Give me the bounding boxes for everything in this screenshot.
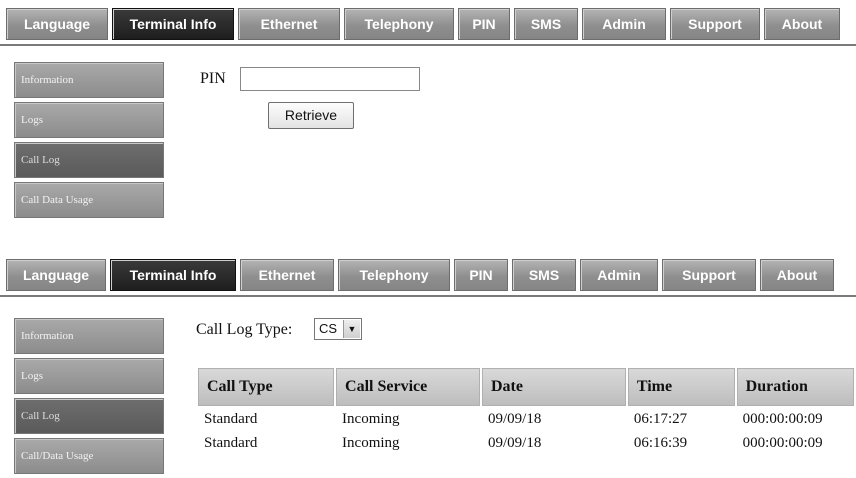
column-header-duration: Duration: [736, 368, 854, 406]
cell-duration: 000:00:00:09: [742, 434, 823, 451]
tab-sms[interactable]: SMS: [512, 259, 576, 291]
cell-duration: 000:00:00:09: [742, 410, 823, 427]
tab-pin[interactable]: PIN: [458, 8, 510, 40]
table-header-row: Call Type Call Service Date Time Duratio…: [198, 368, 854, 406]
call-log-type-label: Call Log Type:: [196, 321, 293, 338]
sidebar: Information Logs Call Log Call Data Usag…: [14, 62, 164, 222]
column-header-call-type: Call Type: [198, 368, 335, 406]
sidebar-item-call-data-usage[interactable]: Call Data Usage: [14, 182, 164, 218]
tab-pin[interactable]: PIN: [454, 259, 508, 291]
tab-admin[interactable]: Admin: [580, 259, 658, 291]
tab-admin[interactable]: Admin: [582, 8, 666, 40]
call-log-table: Call Type Call Service Date Time Duratio…: [196, 366, 856, 456]
sidebar-item-call-data-usage[interactable]: Call/Data Usage: [14, 438, 164, 474]
pin-input[interactable]: [240, 67, 420, 91]
tab-telephony[interactable]: Telephony: [344, 8, 454, 40]
table-row: Standard Incoming 09/09/18 06:17:27 000:…: [198, 408, 854, 430]
tab-terminal-info[interactable]: Terminal Info: [110, 259, 236, 291]
tab-language[interactable]: Language: [6, 8, 108, 40]
cell-call-service: Incoming: [342, 410, 400, 427]
tab-telephony[interactable]: Telephony: [338, 259, 450, 291]
cell-date: 09/09/18: [487, 410, 542, 427]
column-header-time: Time: [627, 368, 735, 406]
sidebar-item-logs[interactable]: Logs: [14, 102, 164, 138]
table-row: Standard Incoming 09/09/18 06:16:39 000:…: [198, 432, 854, 454]
call-log-type-select[interactable]: CS ▼: [314, 318, 362, 340]
tab-bar-divider: [0, 295, 856, 297]
tab-ethernet[interactable]: Ethernet: [238, 8, 340, 40]
call-log-panel: Language Terminal Info Ethernet Telephon…: [0, 255, 856, 474]
tab-bar-divider: [0, 44, 856, 46]
tab-sms[interactable]: SMS: [514, 8, 578, 40]
sidebar-item-call-log[interactable]: Call Log: [14, 142, 164, 178]
tab-terminal-info[interactable]: Terminal Info: [112, 8, 234, 40]
cell-call-type: Standard: [204, 410, 258, 427]
tab-support[interactable]: Support: [662, 259, 756, 291]
sidebar-item-information[interactable]: Information: [14, 62, 164, 98]
tab-about[interactable]: About: [760, 259, 834, 291]
cell-time: 06:16:39: [633, 434, 688, 451]
tab-about[interactable]: About: [764, 8, 840, 40]
sidebar-item-call-log[interactable]: Call Log: [14, 398, 164, 434]
tab-bar: Language Terminal Info Ethernet Telephon…: [0, 8, 856, 46]
cell-date: 09/09/18: [487, 434, 542, 451]
retrieve-button[interactable]: Retrieve: [268, 102, 354, 129]
cell-call-type: Standard: [204, 434, 258, 451]
tab-ethernet[interactable]: Ethernet: [240, 259, 334, 291]
tab-language[interactable]: Language: [6, 259, 106, 291]
pin-panel: Language Terminal Info Ethernet Telephon…: [0, 0, 856, 230]
sidebar-item-information[interactable]: Information: [14, 318, 164, 354]
sidebar: Information Logs Call Log Call/Data Usag…: [14, 318, 164, 478]
pin-label: PIN: [200, 70, 226, 87]
cell-time: 06:17:27: [633, 410, 688, 427]
column-header-date: Date: [481, 368, 626, 406]
cell-call-service: Incoming: [342, 434, 400, 451]
sidebar-item-logs[interactable]: Logs: [14, 358, 164, 394]
tab-support[interactable]: Support: [670, 8, 760, 40]
column-header-call-service: Call Service: [336, 368, 480, 406]
call-log-type-value: CS: [319, 321, 338, 336]
dropdown-arrow-icon[interactable]: ▼: [343, 320, 360, 338]
tab-bar: Language Terminal Info Ethernet Telephon…: [0, 259, 856, 297]
